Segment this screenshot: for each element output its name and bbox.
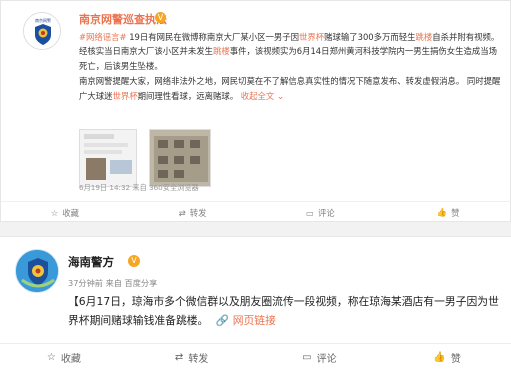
comment-icon: ▭	[302, 352, 312, 363]
v-badge-icon: V	[155, 12, 166, 23]
weibo-post-card: 海南警方 V 37分钟前 来自 百度分享 【6月17日，琼海市多个微信群以及朋友…	[0, 236, 511, 370]
web-link[interactable]: 🔗 网页链接	[216, 314, 276, 327]
chat-screenshot-image	[80, 130, 136, 186]
post-action-bar: ☆ 收藏 ⇄ 转发 ▭ 评论 👍 赞	[1, 201, 511, 223]
star-icon: ☆	[46, 352, 56, 363]
post-meta: 37分钟前 来自 百度分享	[68, 278, 158, 288]
post-image-1[interactable]	[79, 129, 137, 187]
comment-button[interactable]: ▭ 评论	[257, 202, 385, 223]
police-badge-icon: 南京网警	[24, 13, 60, 49]
link-icon: 🔗	[215, 314, 230, 327]
building-photo-image	[150, 130, 210, 186]
comment-icon: ▭	[306, 207, 314, 218]
expand-link[interactable]: 收起全文 ⌄	[241, 91, 284, 101]
like-button[interactable]: 👍 赞	[384, 202, 511, 223]
v-badge-icon: V	[128, 255, 140, 267]
post-action-bar: ☆ 收藏 ⇄ 转发 ▭ 评论 👍 赞	[0, 343, 511, 370]
keyword-highlight: 世界杯	[112, 90, 138, 101]
divider	[0, 222, 511, 236]
svg-text:南京网警: 南京网警	[35, 17, 51, 23]
thumbs-up-icon: 👍	[433, 352, 446, 363]
comment-button[interactable]: ▭ 评论	[256, 344, 384, 370]
author-name[interactable]: 南京网警巡查执法	[79, 11, 167, 27]
post-timestamp: 6月19日 14:32 来自 360安全浏览器	[79, 183, 199, 192]
avatar[interactable]	[15, 249, 59, 293]
repost-icon: ⇄	[178, 207, 186, 218]
post-text: 【6月17日，琼海市多个微信群以及朋友圈流传一段视频，称在琼海某酒店有一男子因为…	[68, 295, 499, 327]
repost-button[interactable]: ⇄ 转发	[128, 344, 256, 370]
repost-button[interactable]: ⇄ 转发	[129, 202, 257, 223]
post-image-2[interactable]	[149, 129, 211, 187]
author-name[interactable]: 海南警方	[68, 254, 114, 270]
like-button[interactable]: 👍 赞	[383, 344, 511, 370]
police-emblem-icon	[16, 250, 58, 292]
star-icon: ☆	[50, 207, 59, 218]
repost-icon: ⇄	[174, 352, 184, 363]
post-text: #网络谣言# 19日有网民在微博称南京大厂某小区一男子因世界杯赌球输了300多万…	[79, 32, 501, 101]
weibo-post-card: 南京网警 南京网警巡查执法 V #网络谣言# 19日有网民在微博称南京大厂某小区…	[0, 0, 511, 222]
keyword-highlight: 世界杯	[299, 32, 325, 42]
favorite-button[interactable]: ☆ 收藏	[0, 344, 128, 370]
thumbs-up-icon: 👍	[436, 207, 448, 217]
keyword-highlight: 跳楼	[415, 32, 433, 42]
avatar[interactable]: 南京网警	[23, 12, 61, 50]
favorite-button[interactable]: ☆ 收藏	[1, 202, 129, 223]
hashtag-link[interactable]: #网络谣言#	[79, 32, 127, 42]
keyword-highlight: 跳楼	[213, 46, 230, 57]
